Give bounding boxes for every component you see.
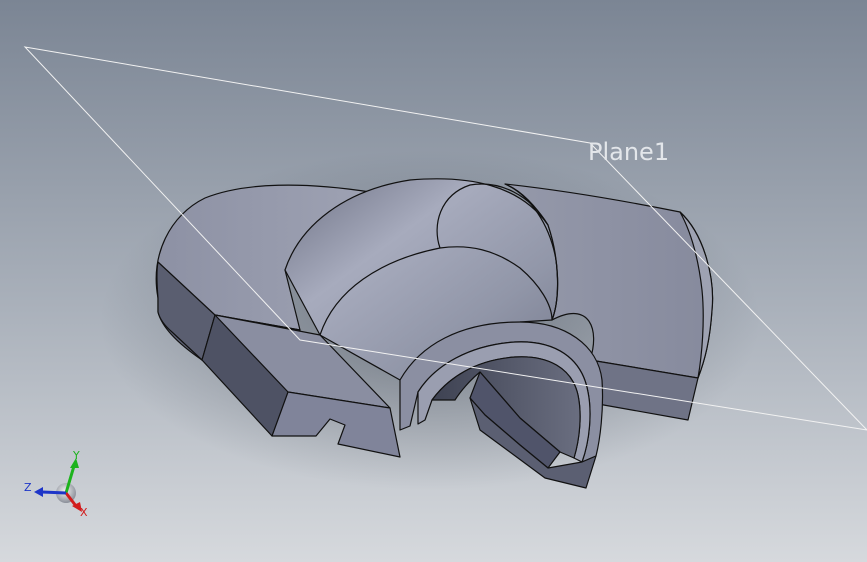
- graphics-viewport[interactable]: Plane1 Y X Z: [0, 0, 867, 562]
- model-view[interactable]: Plane1 Y X Z: [0, 0, 867, 562]
- triad-x-label: X: [80, 506, 88, 519]
- plane-label[interactable]: Plane1: [588, 138, 669, 166]
- triad-y-label: Y: [72, 449, 80, 462]
- triad-z-axis: [41, 490, 67, 495]
- triad-z-label: Z: [24, 481, 32, 494]
